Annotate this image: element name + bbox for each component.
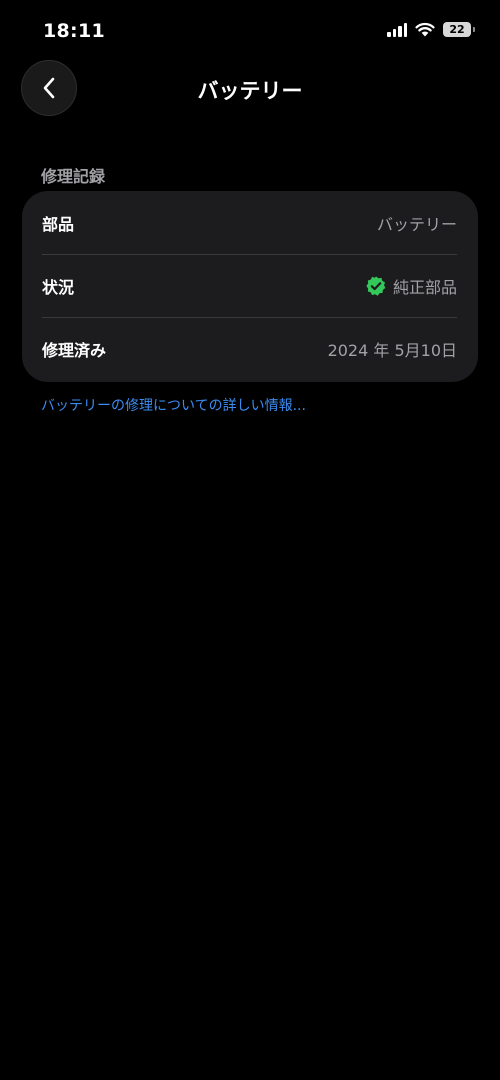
signal-icon xyxy=(387,22,407,37)
battery-level: 22 xyxy=(449,23,465,36)
status-value: 純正部品 xyxy=(392,277,457,297)
row-part: 部品 バッテリー xyxy=(22,191,478,254)
battery-repair-info-link[interactable]: バッテリーの修理についての詳しい情報... xyxy=(41,395,306,415)
status-bar: 18:11 22 xyxy=(0,0,500,62)
part-value: バッテリー xyxy=(376,214,457,234)
row-status: 状況 純正部品 xyxy=(22,254,478,317)
navigation-bar: バッテリー xyxy=(0,60,500,118)
row-value: バッテリー xyxy=(377,211,457,235)
row-label: 修理済み xyxy=(42,340,107,360)
row-value: 純正部品 xyxy=(365,274,457,298)
repair-record-card: 部品 バッテリー 状況 純正部品 修理済み 2024 年 5月10日 xyxy=(22,191,478,382)
row-label: 部品 xyxy=(42,214,75,234)
status-time: 18:11 xyxy=(43,20,105,42)
battery-icon: 22 xyxy=(443,22,475,37)
verified-check-icon xyxy=(366,275,386,296)
row-value: 2024 年 5月10日 xyxy=(328,337,457,361)
section-header: 修理記録 xyxy=(41,167,106,186)
repaired-date-value: 2024 年 5月10日 xyxy=(327,340,457,360)
row-repaired-date: 修理済み 2024 年 5月10日 xyxy=(22,317,478,380)
page-title: バッテリー xyxy=(197,79,303,103)
wifi-icon xyxy=(415,22,435,37)
status-icons: 22 xyxy=(387,22,475,37)
row-label: 状況 xyxy=(42,277,75,297)
